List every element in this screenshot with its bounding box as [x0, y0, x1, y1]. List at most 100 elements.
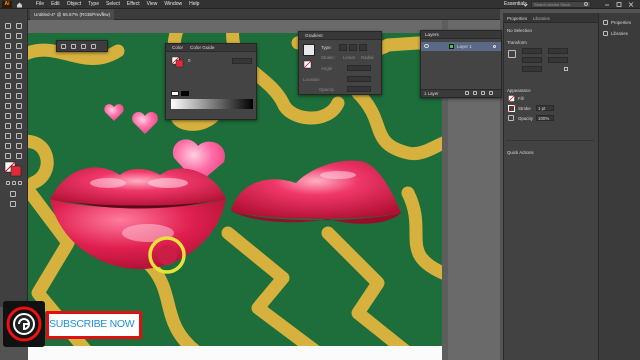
fill-label: Fill: [518, 96, 524, 101]
transform-title: Transform: [507, 40, 527, 45]
home-icon[interactable]: [16, 1, 23, 8]
dock-properties[interactable]: Properties: [611, 20, 631, 25]
gradient-option-a[interactable]: Linear: [343, 55, 355, 60]
new-layer-icon[interactable]: [481, 91, 485, 95]
gradient-radial-button[interactable]: [349, 44, 357, 51]
color-mode-icon[interactable]: [6, 181, 10, 185]
pencil-tool-icon[interactable]: [16, 73, 22, 79]
shape-builder-tool-icon[interactable]: [16, 103, 22, 109]
menu-effect[interactable]: Effect: [127, 1, 140, 8]
paintbrush-tool-icon[interactable]: [16, 63, 22, 69]
x-field[interactable]: [522, 48, 542, 54]
column-graph-tool-icon[interactable]: [5, 143, 11, 149]
gradient-location-field[interactable]: [347, 76, 371, 82]
hand-tool-icon[interactable]: [5, 153, 11, 159]
menu-view[interactable]: View: [147, 1, 158, 8]
link-proportions-icon[interactable]: [564, 67, 568, 71]
height-field[interactable]: [548, 57, 568, 63]
menu-object[interactable]: Object: [67, 1, 81, 8]
perspective-grid-tool-icon[interactable]: [5, 113, 11, 119]
eye-icon[interactable]: [424, 44, 429, 48]
gradient-tool-icon[interactable]: [5, 123, 11, 129]
width-tool-icon[interactable]: [16, 93, 22, 99]
gradient-linear-button[interactable]: [339, 44, 347, 51]
white-swatch[interactable]: [171, 91, 179, 96]
dock-libraries[interactable]: Libraries: [611, 31, 628, 36]
delete-layer-icon[interactable]: [489, 91, 493, 95]
brush-icon[interactable]: [61, 44, 66, 49]
fill-stroke-swatch-icon[interactable]: [4, 161, 24, 177]
path-eraser-icon[interactable]: [91, 44, 96, 49]
menu-window[interactable]: Window: [164, 1, 182, 8]
gradient-preview-swatch[interactable]: [303, 44, 315, 56]
blend-tool-icon[interactable]: [5, 133, 11, 139]
new-sublayer-icon[interactable]: [473, 91, 477, 95]
minimize-icon[interactable]: [603, 1, 611, 8]
scale-tool-icon[interactable]: [5, 93, 11, 99]
stroke-swatch-icon[interactable]: [508, 105, 515, 112]
curvature-tool-icon[interactable]: [16, 43, 22, 49]
direct-selection-tool-icon[interactable]: [16, 23, 22, 29]
smooth-icon[interactable]: [81, 44, 86, 49]
gradient-option-b[interactable]: Radial: [361, 55, 373, 60]
make-clipping-mask-icon[interactable]: [465, 91, 469, 95]
screen-mode-icon[interactable]: [10, 201, 16, 207]
shaper-tool-icon[interactable]: [5, 73, 11, 79]
selection-tool-icon[interactable]: [5, 23, 11, 29]
tab-libraries[interactable]: Libraries: [533, 16, 550, 21]
eyedropper-tool-icon[interactable]: [16, 123, 22, 129]
mesh-tool-icon[interactable]: [16, 113, 22, 119]
menu-select[interactable]: Select: [106, 1, 120, 8]
maximize-icon[interactable]: [615, 1, 623, 8]
target-icon[interactable]: [493, 45, 496, 48]
fill-stroke-icon[interactable]: [171, 56, 185, 68]
rotate-field[interactable]: [522, 66, 542, 72]
fill-swatch-icon[interactable]: [508, 95, 515, 102]
tab-close-icon[interactable]: ×: [101, 12, 106, 17]
rectangle-tool-icon[interactable]: [5, 63, 11, 69]
stock-search-input[interactable]: Search Adobe Stock: [531, 1, 591, 8]
gradient-opacity-field[interactable]: [347, 86, 371, 92]
gradient-fill-stroke-icon[interactable]: [303, 60, 313, 70]
color-value-field[interactable]: [232, 58, 252, 64]
layer-row[interactable]: Layer 1: [421, 42, 501, 51]
line-tool-icon[interactable]: [16, 53, 22, 59]
black-swatch[interactable]: [181, 91, 189, 96]
rotate-tool-icon[interactable]: [16, 83, 22, 89]
layer-name[interactable]: Layer 1: [457, 44, 472, 49]
menu-help[interactable]: Help: [189, 1, 199, 8]
drawing-modes-icon[interactable]: [10, 191, 16, 197]
tab-layers[interactable]: Layers: [425, 31, 439, 39]
color-panel: Color Color Guide 0: [165, 43, 257, 120]
symbol-sprayer-tool-icon[interactable]: [16, 133, 22, 139]
lasso-tool-icon[interactable]: [16, 33, 22, 39]
none-mode-icon[interactable]: [18, 181, 22, 185]
search-icon: [584, 2, 588, 6]
gradient-freeform-button[interactable]: [359, 44, 367, 51]
tab-color[interactable]: Color: [172, 44, 183, 52]
properties-dock-icon[interactable]: [603, 20, 608, 25]
gradient-mode-icon[interactable]: [12, 181, 16, 185]
tab-properties[interactable]: Properties: [507, 16, 527, 21]
menu-edit[interactable]: Edit: [51, 1, 60, 8]
artboard-tool-icon[interactable]: [16, 143, 22, 149]
color-spectrum-bar[interactable]: [171, 99, 253, 109]
gradient-angle-field[interactable]: [347, 65, 371, 71]
menu-type[interactable]: Type: [88, 1, 99, 8]
pen-tool-icon[interactable]: [5, 43, 11, 49]
libraries-dock-icon[interactable]: [603, 31, 608, 36]
magic-wand-tool-icon[interactable]: [5, 33, 11, 39]
zoom-tool-icon[interactable]: [16, 153, 22, 159]
appearance-title: Appearance: [507, 88, 531, 93]
y-field[interactable]: [522, 57, 542, 63]
close-icon[interactable]: [627, 1, 635, 8]
reference-point-icon[interactable]: [508, 50, 516, 58]
opacity-value: 100%: [538, 116, 550, 121]
eraser-tool-icon[interactable]: [5, 83, 11, 89]
free-transform-tool-icon[interactable]: [5, 103, 11, 109]
blob-brush-icon[interactable]: [71, 44, 76, 49]
tab-color-guide[interactable]: Color Guide: [190, 44, 215, 52]
width-field[interactable]: [548, 48, 568, 54]
type-tool-icon[interactable]: [5, 53, 11, 59]
menu-file[interactable]: File: [36, 1, 44, 8]
